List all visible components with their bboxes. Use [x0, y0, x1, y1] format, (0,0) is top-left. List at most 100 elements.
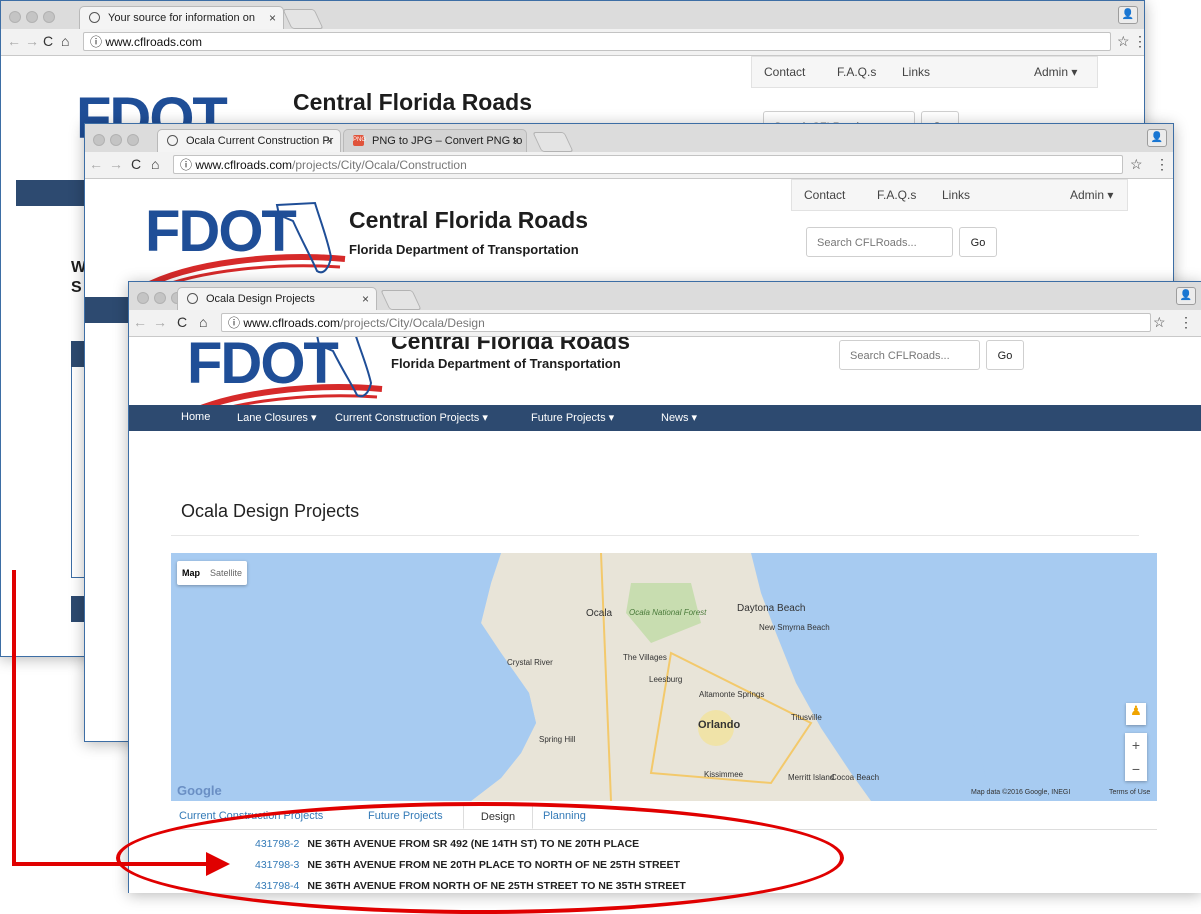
info-icon: ⓘ	[228, 316, 244, 330]
back-icon[interactable]: ←	[133, 314, 147, 330]
map-label: Cocoa Beach	[831, 773, 880, 782]
url-host: www.cflroads.com	[195, 158, 293, 172]
globe-icon	[167, 135, 178, 146]
map-label: Ocala National Forest	[629, 608, 707, 617]
search-input[interactable]: Search CFLRoads...	[839, 340, 980, 370]
profile-icon[interactable]: 👤	[1118, 6, 1138, 24]
tab-title: Your source for information on	[108, 12, 255, 24]
zoom-out-button[interactable]: −	[1125, 757, 1147, 781]
home-icon[interactable]: ⌂	[199, 314, 207, 330]
site-subtitle: Florida Department of Transportation	[391, 356, 621, 371]
forward-icon[interactable]: →	[25, 33, 39, 49]
browser-tab-design[interactable]: Ocala Design Projects ×	[177, 287, 377, 310]
profile-icon[interactable]: 👤	[1176, 287, 1196, 305]
pegman-icon[interactable]: ♟	[1126, 703, 1146, 725]
reload-icon[interactable]: C	[43, 33, 53, 49]
close-tab-icon[interactable]: ×	[326, 130, 333, 152]
map-type-satellite[interactable]: Satellite	[205, 568, 247, 578]
admin-dropdown[interactable]: Admin ▾	[1034, 65, 1077, 79]
tab-bar: Ocala Current Construction Pr × PNG PNG …	[85, 124, 1173, 152]
florida-outline-icon	[316, 337, 373, 398]
reload-icon[interactable]: C	[131, 156, 141, 172]
close-tab-icon[interactable]: ×	[362, 288, 369, 310]
map-label: Orlando	[698, 719, 741, 731]
bookmark-star-icon[interactable]: ☆	[1153, 314, 1166, 331]
png-jpg-icon: PNG	[353, 135, 366, 146]
admin-dropdown[interactable]: Admin ▾	[1070, 188, 1113, 202]
browser-tab-construction[interactable]: Ocala Current Construction Pr ×	[157, 129, 341, 152]
nav-current-construction[interactable]: Current Construction Projects ▾	[335, 411, 488, 424]
nav-home[interactable]: Home	[181, 411, 210, 423]
window-controls[interactable]	[93, 133, 144, 151]
map-type-control[interactable]: Map Satellite	[177, 561, 248, 585]
nav-news[interactable]: News ▾	[661, 411, 697, 424]
map-label: Ocala	[586, 608, 613, 619]
info-icon: ⓘ	[90, 35, 106, 49]
site-title: Central Florida Roads	[293, 89, 532, 115]
menu-icon[interactable]: ⋮	[1179, 314, 1193, 331]
info-icon: ⓘ	[180, 158, 196, 172]
contact-link[interactable]: Contact	[764, 65, 805, 79]
annotation-arrowhead	[206, 852, 230, 876]
browser-tab-home[interactable]: Your source for information on ×	[79, 6, 284, 29]
new-tab-button[interactable]	[282, 9, 324, 29]
url-field[interactable]: ⓘ www.cflroads.com/projects/City/Ocala/C…	[173, 155, 1123, 174]
menu-icon[interactable]: ⋮	[1133, 33, 1144, 50]
reload-icon[interactable]: C	[177, 314, 187, 330]
forward-icon[interactable]: →	[109, 156, 123, 172]
bookmark-star-icon[interactable]: ☆	[1117, 33, 1130, 50]
new-tab-button[interactable]	[532, 132, 574, 152]
home-icon[interactable]: ⌂	[61, 33, 69, 49]
faq-link[interactable]: F.A.Q.s	[837, 65, 876, 79]
links-link[interactable]: Links	[942, 188, 970, 202]
top-links-bar: Contact F.A.Q.s Links Admin ▾	[751, 56, 1098, 88]
go-button[interactable]: Go	[986, 340, 1024, 370]
map-label: The Villages	[623, 653, 667, 662]
tab-bar: Your source for information on × 👤	[1, 1, 1144, 29]
back-icon[interactable]: ←	[7, 33, 21, 49]
faq-link[interactable]: F.A.Q.s	[877, 188, 916, 202]
site-title: Central Florida Roads	[391, 337, 630, 354]
nav-lane-closures[interactable]: Lane Closures ▾	[237, 411, 317, 424]
map-label: Kissimmee	[704, 770, 744, 779]
map-type-map[interactable]: Map	[177, 568, 205, 578]
go-button[interactable]: Go	[959, 227, 997, 257]
tab-bar: Ocala Design Projects × 👤	[129, 282, 1201, 310]
top-links-bar: Contact F.A.Q.s Links Admin ▾	[791, 179, 1128, 211]
url-field[interactable]: ⓘ www.cflroads.com/projects/City/Ocala/D…	[221, 313, 1151, 332]
close-tab-icon[interactable]: ×	[512, 130, 519, 152]
annotation-arrow-line	[12, 862, 212, 866]
zoom-in-button[interactable]: +	[1125, 733, 1147, 757]
profile-icon[interactable]: 👤	[1147, 129, 1167, 147]
tab-title: Ocala Design Projects	[206, 293, 315, 305]
tab-title: Ocala Current Construction Pr	[186, 135, 334, 147]
back-icon[interactable]: ←	[89, 156, 103, 172]
links-link[interactable]: Links	[902, 65, 930, 79]
map-label: Spring Hill	[539, 735, 576, 744]
map-label: Crystal River	[507, 658, 553, 667]
menu-icon[interactable]: ⋮	[1155, 156, 1169, 173]
close-tab-icon[interactable]: ×	[269, 7, 276, 29]
site-subtitle: Florida Department of Transportation	[349, 242, 579, 257]
site-title: Central Florida Roads	[349, 207, 588, 233]
map-label: Altamonte Springs	[699, 690, 765, 699]
map-label: Merritt Island	[788, 773, 835, 782]
bookmark-star-icon[interactable]: ☆	[1130, 156, 1143, 173]
map-terms-link[interactable]: Terms of Use	[1109, 789, 1150, 796]
contact-link[interactable]: Contact	[804, 188, 845, 202]
url-field[interactable]: ⓘ www.cflroads.com	[83, 32, 1111, 51]
map-view[interactable]: Map Satellite Ocala Ocala National Forest…	[171, 553, 1157, 801]
url-host: www.cflroads.com	[243, 316, 341, 330]
forward-icon[interactable]: →	[153, 314, 167, 330]
google-logo: Google	[177, 783, 222, 798]
new-tab-button[interactable]	[380, 290, 422, 310]
nav-future-projects[interactable]: Future Projects ▾	[531, 411, 614, 424]
globe-icon	[187, 293, 198, 304]
browser-tab-png-converter[interactable]: PNG PNG to JPG – Convert PNG to ×	[343, 129, 527, 152]
globe-icon	[89, 12, 100, 23]
address-bar-row: ← → C ⌂ ⓘ www.cflroads.com/projects/City…	[129, 310, 1201, 337]
map-label: Daytona Beach	[737, 603, 806, 614]
home-icon[interactable]: ⌂	[151, 156, 159, 172]
window-controls[interactable]	[9, 10, 60, 28]
search-input[interactable]: Search CFLRoads...	[806, 227, 953, 257]
